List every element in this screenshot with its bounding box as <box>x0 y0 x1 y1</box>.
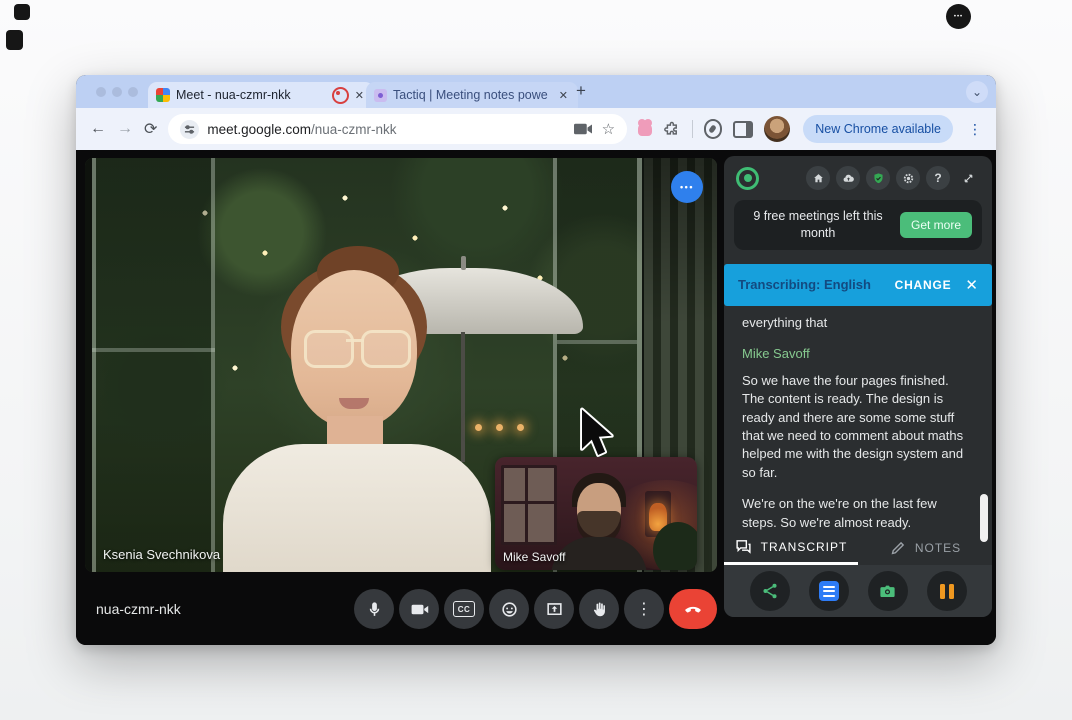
cloud-upload-button[interactable] <box>836 166 860 190</box>
tactiq-favicon-icon <box>374 89 387 102</box>
extension-pink-icon[interactable] <box>638 123 652 136</box>
url-path: /nua-czmr-nkk <box>311 122 397 137</box>
mouse-cursor <box>575 406 617 462</box>
privacy-shield-button[interactable] <box>866 166 890 190</box>
home-button[interactable] <box>806 166 830 190</box>
pip-participant-name: Mike Savoff <box>503 550 565 564</box>
change-language-button[interactable]: CHANGE <box>895 278 952 292</box>
extensions-puzzle-icon[interactable] <box>663 120 681 139</box>
cc-icon: CC <box>453 601 475 617</box>
chat-icon <box>735 538 752 555</box>
url-text: meet.google.com/nua-czmr-nkk <box>207 122 396 137</box>
share-button[interactable] <box>750 571 790 611</box>
reactions-button[interactable] <box>489 589 529 629</box>
transcript-text: We're on the we're on the last few steps… <box>742 495 974 532</box>
tab-strip: Meet - nua-czmr-nkk ✕ Tactiq | Meeting n… <box>76 75 996 108</box>
screenshot-camera-button[interactable] <box>868 571 908 611</box>
tab-transcript-label: TRANSCRIPT <box>761 540 848 554</box>
tactiq-sidebar: ? 9 free meetings left this month Get mo… <box>724 156 992 617</box>
close-banner-icon[interactable]: ✕ <box>965 276 978 294</box>
tactiq-floating-widget[interactable]: ••• <box>671 171 703 203</box>
participant-glasses <box>304 330 411 368</box>
expand-panel-button[interactable] <box>956 166 980 190</box>
window-zoom-button[interactable] <box>128 87 138 97</box>
google-docs-button[interactable] <box>809 571 849 611</box>
mic-button[interactable] <box>354 589 394 629</box>
meet-control-bar: nua-czmr-nkk CC <box>76 573 724 645</box>
chrome-update-label: New Chrome available <box>815 122 941 136</box>
quota-banner: 9 free meetings left this month Get more <box>734 200 982 250</box>
help-button[interactable]: ? <box>926 166 950 190</box>
meet-page: Ksenia Svechnikova ••• Mike Savoff nua-c… <box>76 150 996 645</box>
get-more-button[interactable]: Get more <box>900 212 972 238</box>
recording-indicator-icon <box>332 87 349 104</box>
chat-bubble-widget[interactable]: ••• <box>946 4 971 29</box>
pip-window <box>501 465 557 545</box>
background-mark <box>14 4 30 20</box>
pause-recording-button[interactable] <box>927 571 967 611</box>
participant-body <box>223 444 491 572</box>
background-mark <box>6 30 23 50</box>
chrome-update-button[interactable]: New Chrome available <box>803 115 953 143</box>
quota-text: 9 free meetings left this month <box>744 208 892 242</box>
settings-gear-button[interactable] <box>896 166 920 190</box>
pip-participant-video[interactable]: Mike Savoff <box>495 457 697 570</box>
transcript-text: So we have the four pages finished. The … <box>742 372 974 483</box>
transcript-list[interactable]: everything that Mike Savoff So we have t… <box>724 306 992 538</box>
end-call-button[interactable] <box>669 589 717 629</box>
forward-button[interactable]: → <box>117 120 133 138</box>
camera-allowed-icon[interactable] <box>574 122 592 136</box>
browser-window: Meet - nua-czmr-nkk ✕ Tactiq | Meeting n… <box>76 75 996 645</box>
site-info-icon[interactable] <box>180 120 199 139</box>
tab-title: Meet - nua-czmr-nkk <box>176 88 322 102</box>
tactiq-logo-icon <box>736 167 759 190</box>
camera-button[interactable] <box>399 589 439 629</box>
kebab-icon: ⋮ <box>636 599 652 619</box>
tab-transcript[interactable]: TRANSCRIPT <box>724 531 858 565</box>
tactiq-header: ? <box>724 156 992 196</box>
meet-favicon-icon <box>156 88 170 102</box>
side-panel-icon[interactable] <box>733 121 753 138</box>
present-button[interactable] <box>534 589 574 629</box>
toolbar-divider <box>692 120 693 138</box>
reload-button[interactable]: ⟳ <box>144 119 157 139</box>
url-host: meet.google.com <box>207 122 311 137</box>
video-candles <box>475 424 524 431</box>
transcribing-label: Transcribing: English <box>738 277 895 292</box>
pause-icon <box>940 584 954 599</box>
video-door-left <box>85 158 223 572</box>
transcript-speaker: Mike Savoff <box>742 345 974 363</box>
tab-tactiq[interactable]: Tactiq | Meeting notes powe ✕ <box>366 82 578 108</box>
pencil-icon <box>889 540 906 557</box>
browser-menu-kebab-icon[interactable]: ⋮ <box>968 121 982 138</box>
tab-notes[interactable]: NOTES <box>858 531 992 565</box>
address-bar[interactable]: meet.google.com/nua-czmr-nkk ☆ <box>168 114 627 144</box>
close-tab-icon[interactable]: ✕ <box>353 89 366 102</box>
transcript-text: everything that <box>742 314 974 332</box>
tab-title: Tactiq | Meeting notes powe <box>393 88 551 102</box>
window-minimize-button[interactable] <box>112 87 122 97</box>
raise-hand-button[interactable] <box>579 589 619 629</box>
docs-icon <box>819 581 839 601</box>
tactiq-action-bar <box>724 565 992 617</box>
transcribing-banner: Transcribing: English CHANGE ✕ <box>724 264 992 306</box>
close-tab-icon[interactable]: ✕ <box>557 89 570 102</box>
main-participant-name: Ksenia Svechnikova <box>103 547 220 562</box>
browser-toolbar: ← → ⟳ meet.google.com/nua-czmr-nkk ☆ New… <box>76 108 996 150</box>
meeting-code: nua-czmr-nkk <box>96 601 181 617</box>
pip-plant <box>653 522 697 570</box>
tactiq-tab-bar: TRANSCRIPT NOTES <box>724 531 992 565</box>
tab-notes-label: NOTES <box>915 541 961 555</box>
bookmark-star-icon[interactable]: ☆ <box>602 120 615 138</box>
new-tab-button[interactable]: + <box>576 81 586 101</box>
tab-meet[interactable]: Meet - nua-czmr-nkk ✕ <box>148 82 374 108</box>
back-button[interactable]: ← <box>90 120 106 138</box>
tab-search-chevron-icon[interactable]: ⌄ <box>966 81 988 103</box>
extension-lens-icon[interactable] <box>704 119 723 139</box>
captions-button[interactable]: CC <box>444 589 484 629</box>
profile-avatar[interactable] <box>764 116 790 142</box>
more-options-button[interactable]: ⋮ <box>624 589 664 629</box>
window-close-button[interactable] <box>96 87 106 97</box>
main-participant-video: Ksenia Svechnikova ••• Mike Savoff <box>85 158 717 572</box>
